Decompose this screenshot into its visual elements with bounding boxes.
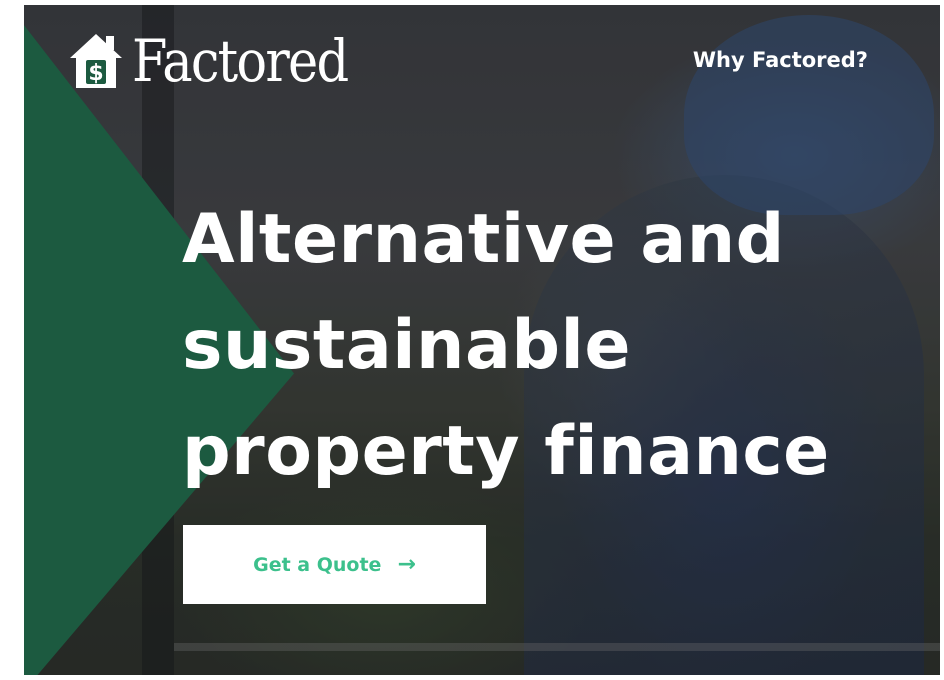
nav-link-why-factored[interactable]: Why Factored?: [693, 48, 868, 72]
svg-text:$: $: [88, 61, 103, 86]
get-a-quote-button[interactable]: Get a Quote →: [183, 525, 486, 604]
house-dollar-icon: $: [70, 34, 122, 88]
hero-section: $ Factored Why Factored? Alternative and…: [24, 5, 940, 675]
hero-headline-line-1: Alternative and: [182, 200, 785, 279]
hero-headline-line-2: sustainable: [182, 306, 631, 385]
hero-headline: Alternative and sustainable property fin…: [182, 187, 922, 505]
site-logo[interactable]: $ Factored: [68, 29, 377, 93]
logo-wordmark: Factored: [132, 27, 349, 95]
hero-headline-line-3: property finance: [182, 412, 830, 491]
arrow-right-icon: →: [397, 551, 416, 577]
get-a-quote-label: Get a Quote: [253, 553, 382, 576]
